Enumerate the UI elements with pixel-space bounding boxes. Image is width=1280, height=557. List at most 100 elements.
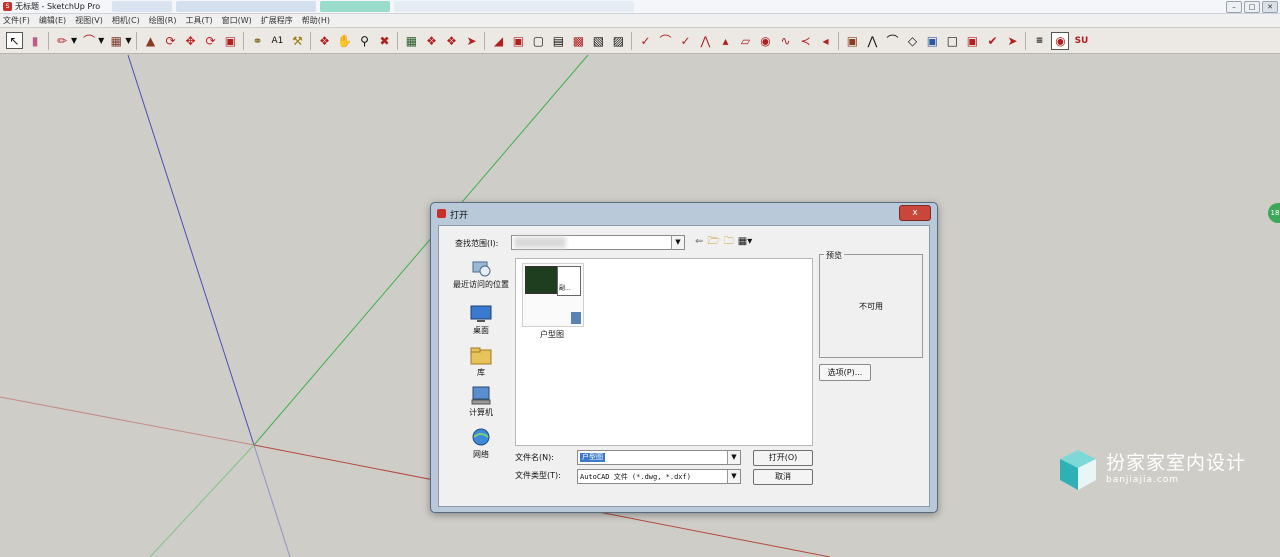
view-top-icon[interactable]: ▢	[530, 33, 546, 49]
wireframe-icon[interactable]: ▣	[924, 33, 940, 49]
place-network[interactable]: 网络	[451, 428, 511, 460]
chevron-down-icon[interactable]: ▼	[671, 236, 684, 249]
toolbar-separator	[136, 31, 138, 50]
push-pull-icon[interactable]: ▲	[142, 33, 158, 49]
materials-icon[interactable]: ❖	[423, 33, 439, 49]
cancel-button[interactable]: 取消	[753, 469, 813, 485]
place-label: 最近访问的位置	[453, 280, 509, 289]
menu-extensions[interactable]: 扩展程序	[261, 15, 293, 26]
menu-view[interactable]: 视图(V)	[75, 15, 103, 26]
solid-union-icon[interactable]: ◉	[757, 33, 773, 49]
toolbar-separator	[838, 31, 840, 50]
menu-window[interactable]: 窗口(W)	[222, 15, 252, 26]
chevron-down-icon[interactable]: ▼	[727, 451, 740, 464]
view-back-icon[interactable]: ▧	[590, 33, 606, 49]
flip-edge-icon[interactable]: ▱	[737, 33, 753, 49]
textured-icon[interactable]: ✔	[984, 33, 1000, 49]
file-item-label: 户型图	[540, 330, 564, 339]
view-right-icon[interactable]: ▩	[570, 33, 586, 49]
pan-icon[interactable]: ✋	[336, 33, 352, 49]
outer-shell-icon[interactable]: ▣	[844, 33, 860, 49]
file-type-select[interactable]: AutoCAD 文件 (*.dwg, *.dxf) ▼	[577, 469, 741, 484]
view-left-icon[interactable]: ▨	[610, 33, 626, 49]
chevron-down-icon[interactable]: ▼	[125, 36, 131, 45]
open-button[interactable]: 打开(O)	[753, 450, 813, 466]
file-list[interactable]: 副... 户型图	[515, 258, 813, 446]
solid-trim-icon[interactable]: ≺	[797, 33, 813, 49]
smoove-icon[interactable]: ⌒	[657, 33, 673, 49]
shaded-icon[interactable]: ▣	[964, 33, 980, 49]
menu-edit[interactable]: 编辑(E)	[39, 15, 66, 26]
file-item[interactable]: 副...	[522, 263, 584, 327]
sketchup-app-icon: S	[3, 2, 12, 11]
menu-help[interactable]: 帮助(H)	[302, 15, 330, 26]
styles-icon[interactable]: SU	[1073, 33, 1089, 49]
warehouse-icon[interactable]: ❖	[443, 33, 459, 49]
add-detail-icon[interactable]: ▴	[717, 33, 733, 49]
blue-axis-dotted	[253, 444, 291, 557]
back-edges-icon[interactable]: ◇	[904, 33, 920, 49]
text-icon[interactable]: A1	[269, 33, 285, 49]
computer-icon	[471, 386, 491, 405]
place-computer[interactable]: 计算机	[451, 386, 511, 418]
chevron-down-icon[interactable]: ▼	[98, 36, 104, 45]
restore-icon[interactable]: □	[1244, 1, 1260, 13]
arc-icon[interactable]: ⌒	[81, 33, 97, 49]
zoom-icon[interactable]: ⚲	[356, 33, 372, 49]
share-icon[interactable]: ➤	[463, 33, 479, 49]
place-library[interactable]: 库	[451, 346, 511, 378]
chevron-down-icon[interactable]: ▼	[727, 470, 740, 483]
scale-icon[interactable]: ▣	[222, 33, 238, 49]
dialog-close-button[interactable]: x	[899, 205, 931, 221]
hidden-line-icon[interactable]: □	[944, 33, 960, 49]
tape-measure-icon[interactable]: ⚭	[249, 33, 265, 49]
section-plane-icon[interactable]: ◢	[490, 33, 506, 49]
network-icon	[472, 428, 490, 446]
place-desktop[interactable]: 桌面	[451, 304, 511, 336]
file-name-input[interactable]: 户型图 ▼	[577, 450, 741, 465]
follow-me-icon[interactable]: ⟳	[162, 33, 178, 49]
chevron-down-icon[interactable]: ▼	[71, 36, 77, 45]
position-camera-icon[interactable]: ≡	[1031, 33, 1047, 49]
rotate-icon[interactable]: ⟳	[202, 33, 218, 49]
sandbox-icon[interactable]: ✓	[637, 33, 653, 49]
move-icon[interactable]: ✥	[182, 33, 198, 49]
components-icon[interactable]: ▦	[403, 33, 419, 49]
view-iso-icon[interactable]: ▣	[510, 33, 526, 49]
new-folder-icon[interactable]: 🗀	[724, 236, 734, 247]
view-menu-icon[interactable]: ▦▾	[738, 236, 752, 247]
menu-camera[interactable]: 相机(C)	[112, 15, 140, 26]
rectangle-icon[interactable]: ▦	[108, 33, 124, 49]
up-folder-icon[interactable]: 🗁	[707, 236, 719, 247]
close-icon[interactable]: ✕	[1262, 1, 1278, 13]
menu-file[interactable]: 文件(F)	[3, 15, 30, 26]
view-front-icon[interactable]: ▤	[550, 33, 566, 49]
x-ray-icon[interactable]: ⌒	[884, 33, 900, 49]
file-type-value: AutoCAD 文件 (*.dwg, *.dxf)	[580, 473, 691, 481]
eraser-icon[interactable]: ▮	[27, 33, 43, 49]
paint-bucket-icon[interactable]: ⚒	[289, 33, 305, 49]
solid-subtract-icon[interactable]: ∿	[777, 33, 793, 49]
zoom-extents-icon[interactable]: ✖	[376, 33, 392, 49]
back-icon[interactable]: ⇐	[695, 236, 703, 247]
monochrome-icon[interactable]: ➤	[1004, 33, 1020, 49]
place-recent[interactable]: 最近访问的位置	[451, 258, 511, 290]
menu-draw[interactable]: 绘图(R)	[149, 15, 177, 26]
options-button[interactable]: 选项(P)...	[819, 364, 871, 381]
minimize-icon[interactable]: –	[1226, 1, 1242, 13]
select-icon[interactable]: ↖	[6, 32, 23, 49]
solid-split-icon[interactable]: ◂	[817, 33, 833, 49]
intersect-icon[interactable]: ⋀	[864, 33, 880, 49]
dialog-title: 打开	[450, 211, 469, 221]
menu-tools[interactable]: 工具(T)	[186, 15, 213, 26]
look-around-icon[interactable]: ◉	[1051, 31, 1070, 50]
line-icon[interactable]: ✏	[54, 33, 70, 49]
dialog-title-bar[interactable]: 打开 x	[431, 203, 937, 223]
stamp-icon[interactable]: ✓	[677, 33, 693, 49]
drape-icon[interactable]: ⋀	[697, 33, 713, 49]
toolbar-separator	[484, 31, 486, 50]
look-in-combo[interactable]: ▼	[511, 235, 685, 250]
orbit-icon[interactable]: ❖	[316, 33, 332, 49]
sketchup-app-icon	[437, 209, 446, 218]
dialog-body: 查找范围(I): ▼ ⇐ 🗁 🗀 ▦▾ 最近访问的位置 桌面 库 计算机 网络 …	[438, 225, 930, 507]
